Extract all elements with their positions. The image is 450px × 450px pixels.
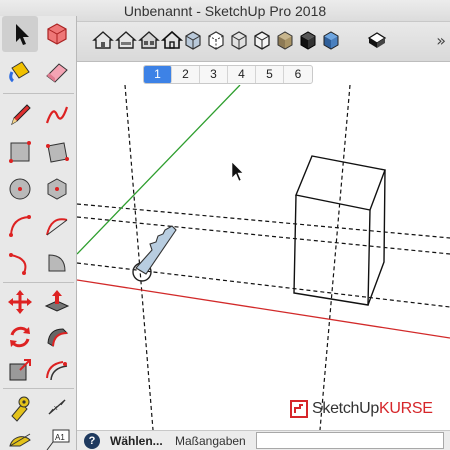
measurements-label: Maßangaben — [175, 434, 246, 448]
house-side-icon[interactable] — [114, 28, 138, 52]
follow-me-icon[interactable] — [39, 319, 75, 355]
select-arrow-icon[interactable] — [2, 16, 38, 52]
model-viewport[interactable] — [77, 85, 450, 430]
rotated-rectangle-icon[interactable] — [39, 134, 75, 170]
backedge-cube-icon[interactable] — [204, 28, 228, 52]
offset-icon[interactable] — [39, 352, 75, 388]
logo-accent-text: KURSE — [378, 400, 433, 417]
polygon-icon[interactable] — [39, 171, 75, 207]
paint-bucket-icon[interactable] — [2, 54, 38, 90]
guide-line — [77, 216, 450, 255]
tape-cursor-icon — [135, 225, 177, 275]
help-icon[interactable]: ? — [84, 433, 100, 449]
palette-divider — [3, 388, 74, 389]
freehand-icon[interactable] — [39, 97, 75, 133]
scene-tab-5[interactable]: 5 — [256, 66, 284, 83]
mouse-pointer-icon — [231, 161, 244, 182]
scale-icon[interactable] — [2, 352, 38, 388]
shaded-cube-icon[interactable] — [273, 28, 297, 52]
status-bar: ? Wählen... Maßangaben — [77, 430, 450, 450]
pencil-icon[interactable] — [2, 97, 38, 133]
measurements-input[interactable] — [256, 432, 444, 449]
section-cube-icon[interactable] — [365, 28, 389, 52]
move-icon[interactable] — [2, 284, 38, 320]
wireframe-cube-icon[interactable] — [227, 28, 251, 52]
tape-measure-icon[interactable] — [2, 390, 38, 426]
logo-brand-text: SketchUp — [312, 400, 379, 417]
status-text: Wählen... — [110, 434, 163, 448]
scene-tab-1[interactable]: 1 — [144, 66, 172, 83]
scene-tabs: 1 2 3 4 5 6 — [143, 65, 313, 84]
scene-tab-4[interactable]: 4 — [228, 66, 256, 83]
logo-text: SketchUpKURSE — [312, 400, 433, 418]
two-point-arc-icon[interactable] — [39, 208, 75, 244]
palette-divider — [3, 93, 74, 94]
svg-text:A1: A1 — [55, 433, 65, 442]
house-front-icon[interactable] — [91, 28, 115, 52]
scene-tab-3[interactable]: 3 — [200, 66, 228, 83]
svg-text:x: x — [54, 405, 58, 412]
push-pull-icon[interactable] — [39, 284, 75, 320]
component-icon[interactable] — [39, 16, 75, 52]
hidden-line-cube-icon[interactable] — [250, 28, 274, 52]
monochrome-cube-icon[interactable] — [319, 28, 343, 52]
tool-palette: x A1 — [0, 16, 77, 450]
three-point-arc-icon[interactable] — [2, 245, 38, 281]
pie-icon[interactable] — [39, 245, 75, 281]
dimension-icon[interactable]: x — [39, 390, 75, 426]
rotate-icon[interactable] — [2, 319, 38, 355]
house-back-icon[interactable] — [137, 28, 161, 52]
textured-cube-icon[interactable] — [296, 28, 320, 52]
sketchup-kurse-logo: SketchUpKURSE — [290, 398, 433, 420]
palette-divider — [3, 282, 74, 283]
red-axis — [77, 279, 450, 339]
toolbar-overflow-button[interactable]: » — [436, 31, 446, 50]
eraser-icon[interactable] — [39, 54, 75, 90]
guide-line — [77, 203, 450, 239]
scene-tab-6[interactable]: 6 — [284, 66, 312, 83]
green-axis — [77, 85, 241, 255]
protractor-icon[interactable] — [2, 422, 38, 450]
logo-mark-icon — [290, 400, 308, 418]
arc-icon[interactable] — [2, 208, 38, 244]
xray-cube-icon[interactable] — [181, 28, 205, 52]
guide-line — [319, 85, 351, 430]
text-icon[interactable]: A1 — [39, 422, 75, 450]
scene-tab-2[interactable]: 2 — [172, 66, 200, 83]
rectangle-icon[interactable] — [2, 134, 38, 170]
circle-icon[interactable] — [2, 171, 38, 207]
